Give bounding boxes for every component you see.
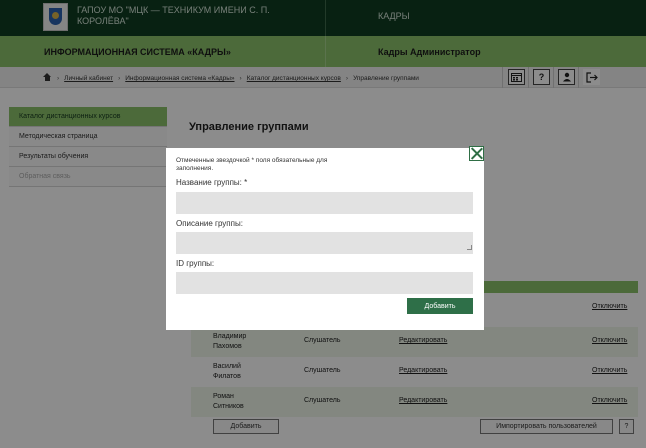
submit-add-group-button[interactable]: Добавить: [407, 298, 473, 314]
required-fields-note: Отмеченные звездочкой * поля обязательны…: [176, 157, 328, 172]
group-description-input[interactable]: [176, 232, 473, 254]
close-icon[interactable]: [469, 146, 484, 161]
group-name-label: Название группы: *: [176, 178, 248, 187]
resize-handle-icon[interactable]: [467, 245, 472, 250]
group-description-label: Описание группы:: [176, 219, 243, 228]
group-id-input[interactable]: [176, 272, 473, 294]
group-name-input[interactable]: [176, 192, 473, 214]
group-id-label: ID группы:: [176, 259, 215, 268]
add-group-dialog: Отмеченные звездочкой * поля обязательны…: [166, 148, 484, 330]
